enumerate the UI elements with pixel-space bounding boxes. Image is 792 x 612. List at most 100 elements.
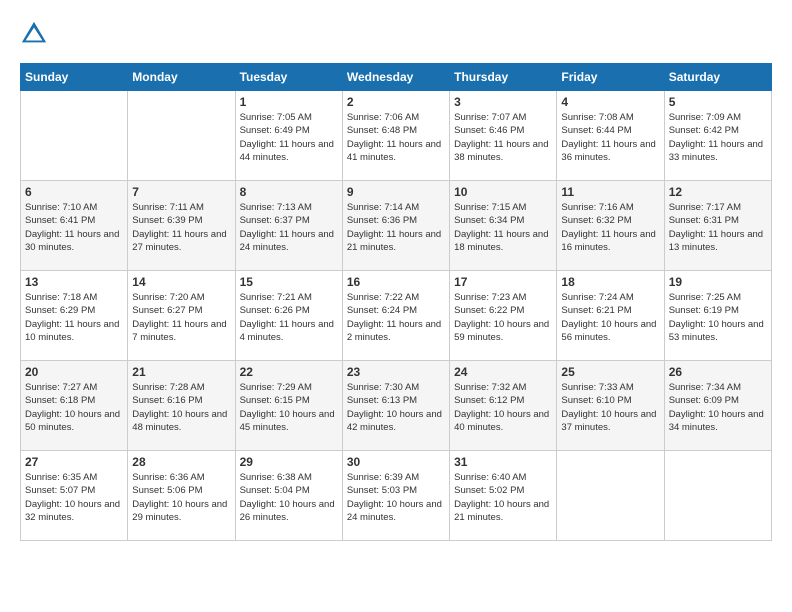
day-number: 14 <box>132 275 230 289</box>
calendar-cell: 19 Sunrise: 7:25 AM Sunset: 6:19 PM Dayli… <box>664 271 771 361</box>
day-number: 28 <box>132 455 230 469</box>
calendar-cell: 27 Sunrise: 6:35 AM Sunset: 5:07 PM Dayli… <box>21 451 128 541</box>
day-number: 5 <box>669 95 767 109</box>
day-number: 6 <box>25 185 123 199</box>
calendar-cell: 28Sunrise: 6:36 AM Sunset: 5:06 PM Dayli… <box>128 451 235 541</box>
cell-info: Sunrise: 7:27 AM Sunset: 6:18 PM Dayligh… <box>25 381 123 434</box>
calendar-cell: 1 Sunrise: 7:05 AM Sunset: 6:49 PM Daylig… <box>235 91 342 181</box>
calendar-cell: 15Sunrise: 7:21 AM Sunset: 6:26 PM Dayli… <box>235 271 342 361</box>
calendar-cell <box>21 91 128 181</box>
calendar-week-row: 6 Sunrise: 7:10 AM Sunset: 6:41 PM Daylig… <box>21 181 772 271</box>
calendar-cell: 3 Sunrise: 7:07 AM Sunset: 6:46 PM Daylig… <box>450 91 557 181</box>
day-number: 22 <box>240 365 338 379</box>
weekday-header-row: SundayMondayTuesdayWednesdayThursdayFrid… <box>21 64 772 91</box>
weekday-header: Tuesday <box>235 64 342 91</box>
calendar-cell: 30Sunrise: 6:39 AM Sunset: 5:03 PM Dayli… <box>342 451 449 541</box>
cell-info: Sunrise: 7:25 AM Sunset: 6:19 PM Dayligh… <box>669 291 767 344</box>
weekday-header: Wednesday <box>342 64 449 91</box>
calendar-cell: 23 Sunrise: 7:30 AM Sunset: 6:13 PM Dayli… <box>342 361 449 451</box>
cell-info: Sunrise: 7:17 AM Sunset: 6:31 PM Dayligh… <box>669 201 767 254</box>
day-number: 12 <box>669 185 767 199</box>
calendar-cell: 16 Sunrise: 7:22 AM Sunset: 6:24 PM Dayli… <box>342 271 449 361</box>
calendar-cell: 17Sunrise: 7:23 AM Sunset: 6:22 PM Dayli… <box>450 271 557 361</box>
logo <box>20 20 53 48</box>
calendar-cell: 6 Sunrise: 7:10 AM Sunset: 6:41 PM Daylig… <box>21 181 128 271</box>
day-number: 1 <box>240 95 338 109</box>
calendar-week-row: 20 Sunrise: 7:27 AM Sunset: 6:18 PM Dayli… <box>21 361 772 451</box>
day-number: 11 <box>561 185 659 199</box>
day-number: 23 <box>347 365 445 379</box>
day-number: 7 <box>132 185 230 199</box>
cell-info: Sunrise: 7:11 AM Sunset: 6:39 PM Dayligh… <box>132 201 230 254</box>
day-number: 17 <box>454 275 552 289</box>
cell-info: Sunrise: 7:07 AM Sunset: 6:46 PM Dayligh… <box>454 111 552 164</box>
calendar-cell: 2 Sunrise: 7:06 AM Sunset: 6:48 PM Daylig… <box>342 91 449 181</box>
cell-info: Sunrise: 7:06 AM Sunset: 6:48 PM Dayligh… <box>347 111 445 164</box>
cell-info: Sunrise: 7:22 AM Sunset: 6:24 PM Dayligh… <box>347 291 445 344</box>
day-number: 2 <box>347 95 445 109</box>
weekday-header: Saturday <box>664 64 771 91</box>
calendar-cell: 18 Sunrise: 7:24 AM Sunset: 6:21 PM Dayli… <box>557 271 664 361</box>
calendar-cell: 14 Sunrise: 7:20 AM Sunset: 6:27 PM Dayli… <box>128 271 235 361</box>
calendar-table: SundayMondayTuesdayWednesdayThursdayFrid… <box>20 63 772 541</box>
day-number: 20 <box>25 365 123 379</box>
weekday-header: Friday <box>557 64 664 91</box>
cell-info: Sunrise: 7:18 AM Sunset: 6:29 PM Dayligh… <box>25 291 123 344</box>
cell-info: Sunrise: 7:28 AM Sunset: 6:16 PM Dayligh… <box>132 381 230 434</box>
calendar-week-row: 13 Sunrise: 7:18 AM Sunset: 6:29 PM Dayli… <box>21 271 772 361</box>
calendar-cell <box>128 91 235 181</box>
cell-info: Sunrise: 7:09 AM Sunset: 6:42 PM Dayligh… <box>669 111 767 164</box>
day-number: 16 <box>347 275 445 289</box>
cell-info: Sunrise: 7:05 AM Sunset: 6:49 PM Dayligh… <box>240 111 338 164</box>
day-number: 18 <box>561 275 659 289</box>
calendar-cell: 12 Sunrise: 7:17 AM Sunset: 6:31 PM Dayli… <box>664 181 771 271</box>
cell-info: Sunrise: 7:13 AM Sunset: 6:37 PM Dayligh… <box>240 201 338 254</box>
cell-info: Sunrise: 7:24 AM Sunset: 6:21 PM Dayligh… <box>561 291 659 344</box>
calendar-cell: 5 Sunrise: 7:09 AM Sunset: 6:42 PM Daylig… <box>664 91 771 181</box>
calendar-week-row: 1 Sunrise: 7:05 AM Sunset: 6:49 PM Daylig… <box>21 91 772 181</box>
calendar-cell: 10Sunrise: 7:15 AM Sunset: 6:34 PM Dayli… <box>450 181 557 271</box>
cell-info: Sunrise: 7:29 AM Sunset: 6:15 PM Dayligh… <box>240 381 338 434</box>
day-number: 26 <box>669 365 767 379</box>
logo-icon <box>20 20 48 48</box>
calendar-cell: 8 Sunrise: 7:13 AM Sunset: 6:37 PM Daylig… <box>235 181 342 271</box>
day-number: 25 <box>561 365 659 379</box>
day-number: 19 <box>669 275 767 289</box>
day-number: 24 <box>454 365 552 379</box>
day-number: 27 <box>25 455 123 469</box>
calendar-cell <box>557 451 664 541</box>
cell-info: Sunrise: 7:08 AM Sunset: 6:44 PM Dayligh… <box>561 111 659 164</box>
weekday-header: Sunday <box>21 64 128 91</box>
day-number: 30 <box>347 455 445 469</box>
day-number: 13 <box>25 275 123 289</box>
cell-info: Sunrise: 7:16 AM Sunset: 6:32 PM Dayligh… <box>561 201 659 254</box>
cell-info: Sunrise: 6:38 AM Sunset: 5:04 PM Dayligh… <box>240 471 338 524</box>
weekday-header: Monday <box>128 64 235 91</box>
page-header <box>20 20 772 48</box>
calendar-cell: 13 Sunrise: 7:18 AM Sunset: 6:29 PM Dayli… <box>21 271 128 361</box>
calendar-cell: 9 Sunrise: 7:14 AM Sunset: 6:36 PM Daylig… <box>342 181 449 271</box>
day-number: 8 <box>240 185 338 199</box>
day-number: 10 <box>454 185 552 199</box>
cell-info: Sunrise: 7:30 AM Sunset: 6:13 PM Dayligh… <box>347 381 445 434</box>
cell-info: Sunrise: 7:34 AM Sunset: 6:09 PM Dayligh… <box>669 381 767 434</box>
cell-info: Sunrise: 7:33 AM Sunset: 6:10 PM Dayligh… <box>561 381 659 434</box>
day-number: 3 <box>454 95 552 109</box>
cell-info: Sunrise: 6:40 AM Sunset: 5:02 PM Dayligh… <box>454 471 552 524</box>
cell-info: Sunrise: 7:20 AM Sunset: 6:27 PM Dayligh… <box>132 291 230 344</box>
day-number: 31 <box>454 455 552 469</box>
calendar-cell: 7 Sunrise: 7:11 AM Sunset: 6:39 PM Daylig… <box>128 181 235 271</box>
calendar-cell: 21Sunrise: 7:28 AM Sunset: 6:16 PM Dayli… <box>128 361 235 451</box>
day-number: 4 <box>561 95 659 109</box>
calendar-cell: 20 Sunrise: 7:27 AM Sunset: 6:18 PM Dayli… <box>21 361 128 451</box>
day-number: 9 <box>347 185 445 199</box>
calendar-cell: 25 Sunrise: 7:33 AM Sunset: 6:10 PM Dayli… <box>557 361 664 451</box>
calendar-cell: 29Sunrise: 6:38 AM Sunset: 5:04 PM Dayli… <box>235 451 342 541</box>
calendar-cell: 26 Sunrise: 7:34 AM Sunset: 6:09 PM Dayli… <box>664 361 771 451</box>
cell-info: Sunrise: 7:14 AM Sunset: 6:36 PM Dayligh… <box>347 201 445 254</box>
calendar-cell: 22 Sunrise: 7:29 AM Sunset: 6:15 PM Dayli… <box>235 361 342 451</box>
weekday-header: Thursday <box>450 64 557 91</box>
cell-info: Sunrise: 7:21 AM Sunset: 6:26 PM Dayligh… <box>240 291 338 344</box>
cell-info: Sunrise: 7:10 AM Sunset: 6:41 PM Dayligh… <box>25 201 123 254</box>
cell-info: Sunrise: 6:35 AM Sunset: 5:07 PM Dayligh… <box>25 471 123 524</box>
